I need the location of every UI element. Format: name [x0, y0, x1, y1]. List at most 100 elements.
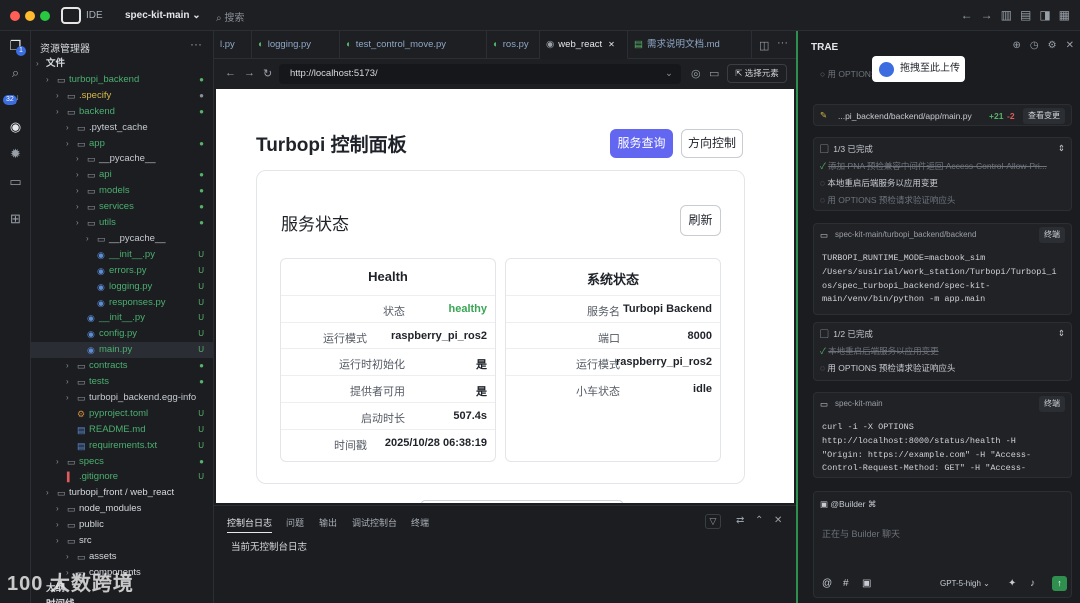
microphone-icon[interactable]: ♪ — [1030, 578, 1035, 589]
tree-file[interactable]: ◉ __init__.py U — [31, 247, 213, 263]
tree-folder[interactable]: › 文件 — [31, 56, 213, 72]
editor-tab[interactable]: ◐ logging.py — [252, 31, 340, 59]
tree-folder[interactable]: › ▭ node_modules — [31, 501, 213, 517]
tree-folder[interactable]: › ▭ app ● — [31, 136, 213, 152]
terminal2-button[interactable]: 终端 — [1039, 396, 1065, 412]
more-actions-icon[interactable]: ··· — [777, 37, 788, 49]
terminal1-button[interactable]: 终端 — [1039, 227, 1065, 243]
tree-folder[interactable]: › ▭ specs ● — [31, 454, 213, 470]
direction-control-button[interactable]: 方向控制 — [681, 129, 743, 158]
tree-folder[interactable]: › ▭ __pycache__ — [31, 231, 213, 247]
tree-file[interactable]: ◉ config.py U — [31, 326, 213, 342]
target-icon[interactable]: ◎ — [691, 67, 701, 80]
tree-folder[interactable]: › ▭ backend ● — [31, 104, 213, 120]
preview-eye-icon[interactable]: ◉ — [7, 118, 24, 135]
tree-file[interactable]: ◉ logging.py U — [31, 279, 213, 295]
model-selector[interactable]: GPT-5-high ⌄ — [940, 579, 990, 588]
new-chat-icon[interactable]: ⊕ — [1013, 40, 1021, 51]
more-icon[interactable]: ··· — [190, 37, 202, 51]
tree-file[interactable]: ▍ .gitignore U — [31, 469, 213, 485]
select-element-button[interactable]: ⇱ 选择元素 — [727, 64, 787, 83]
close-icon[interactable]: ✕ — [774, 515, 782, 526]
panel-tab[interactable]: 控制台日志 — [227, 516, 273, 533]
image-icon[interactable]: ▣ — [862, 578, 871, 589]
back-arrow-icon[interactable]: ← — [961, 8, 973, 22]
tree-folder[interactable]: › ▭ models ● — [31, 183, 213, 199]
hash-icon[interactable]: # — [843, 578, 849, 589]
chevron-up-icon[interactable]: ⌃ — [755, 515, 763, 526]
history-icon[interactable]: ◷ — [1030, 40, 1039, 51]
browser-back-icon[interactable]: ← — [225, 67, 236, 79]
close-window-button[interactable] — [10, 11, 20, 21]
search-icon[interactable]: ⌕ — [7, 64, 24, 81]
settings-icon[interactable]: ⇄ — [736, 515, 744, 526]
toggle-panel-icon[interactable]: ▤ — [1020, 8, 1031, 22]
service-query-button[interactable]: 服务查询 — [610, 129, 673, 158]
close-tab-icon[interactable]: ✕ — [608, 40, 615, 49]
tree-folder[interactable]: › ▭ turbopi_backend ● — [31, 72, 213, 88]
chevron-down-icon[interactable]: ⌄ — [665, 64, 673, 84]
editor-tab[interactable]: ◉ web_react ✕ — [540, 31, 628, 59]
tree-file[interactable]: ◉ errors.py U — [31, 263, 213, 279]
sparkle-icon[interactable]: ✦ — [1008, 578, 1016, 589]
filter-icon[interactable]: ▽ — [705, 514, 721, 529]
source-control-icon[interactable]: ⑂32 — [3, 91, 24, 108]
tree-folder[interactable]: › ▭ __pycache__ — [31, 151, 213, 167]
chat-input[interactable]: 正在与 Builder 聊天 — [822, 527, 900, 540]
tree-folder[interactable]: › ▭ utils ● — [31, 215, 213, 231]
view-changes-button[interactable]: 查看变更 — [1023, 108, 1065, 124]
debug-icon[interactable]: ✹ — [7, 145, 24, 162]
tree-folder[interactable]: › ▭ turbopi_backend.egg-info — [31, 390, 213, 406]
mention-icon[interactable]: @ — [822, 578, 832, 589]
global-search[interactable]: ⌕ 搜索 — [216, 9, 244, 24]
tree-folder[interactable]: › ▭ services ● — [31, 199, 213, 215]
tree-folder[interactable]: › ▭ api ● — [31, 167, 213, 183]
tree-folder[interactable]: › ▭ public — [31, 517, 213, 533]
editor-tab[interactable]: ◐ ros.py — [487, 31, 540, 59]
panel-tab[interactable]: 输出 — [319, 516, 337, 529]
extensions-icon[interactable]: ⊞ — [7, 210, 24, 227]
send-button[interactable]: ↑ — [1052, 576, 1067, 591]
tree-folder[interactable]: › ▭ turbopi_front / web_react — [31, 485, 213, 501]
tree-file[interactable]: ◉ main.py U — [31, 342, 213, 359]
tree-file[interactable]: ▤ README.md U — [31, 422, 213, 438]
changed-file-path[interactable]: ...pi_backend/backend/app/main.py — [838, 111, 972, 121]
refresh-button[interactable]: 刷新 — [680, 205, 721, 236]
expand-icon[interactable]: ⇕ — [1058, 328, 1065, 339]
builder-agent[interactable]: ▣ @Builder ⌘ — [820, 499, 876, 510]
tree-file[interactable]: ⚙ pyproject.toml U — [31, 406, 213, 422]
tree-folder[interactable]: › ▭ tests ● — [31, 374, 213, 390]
url-input[interactable]: http://localhost:5173/ ⌄ — [279, 64, 681, 84]
settings-gear-icon[interactable]: ⚙ — [1048, 40, 1057, 51]
tree-file[interactable]: ▤ requirements.txt U — [31, 438, 213, 454]
expand-icon[interactable]: ⇕ — [1058, 143, 1065, 154]
editor-tab[interactable]: ▤ 需求说明文档.md — [628, 31, 752, 59]
panel-tab[interactable]: 终端 — [411, 516, 429, 529]
remote-icon[interactable]: ▭ — [7, 173, 24, 190]
panel-tab[interactable]: 问题 — [286, 516, 304, 529]
explorer-icon[interactable]: ❐ 1 — [7, 37, 26, 56]
minimize-window-button[interactable] — [25, 11, 35, 21]
reload-icon[interactable]: ↻ — [263, 67, 272, 80]
tree-folder[interactable]: › ▭ .specify ● — [31, 88, 213, 104]
close-icon[interactable]: ✕ — [1066, 40, 1074, 51]
zoom-window-button[interactable] — [40, 11, 50, 21]
tree-folder[interactable]: › ▭ contracts ● — [31, 358, 213, 374]
tree-folder[interactable]: › ▭ assets — [31, 549, 213, 565]
editor-tab[interactable]: l.py — [214, 31, 252, 59]
editor-tab[interactable]: ◐ test_control_move.py — [340, 31, 487, 59]
toggle-sidebar-icon[interactable]: ▥ — [1001, 8, 1012, 22]
tree-folder[interactable]: › 时间线 — [31, 597, 213, 603]
tree-folder[interactable]: › ▭ .pytest_cache — [31, 120, 213, 136]
split-editor-icon[interactable]: ◫ — [759, 39, 769, 52]
project-switcher[interactable]: spec-kit-main ⌄ — [125, 10, 201, 21]
browser-forward-icon[interactable]: → — [244, 67, 255, 79]
toggle-right-panel-icon[interactable]: ◨ — [1039, 8, 1050, 22]
forward-arrow-icon[interactable]: → — [981, 8, 993, 22]
device-icon[interactable]: ▭ — [709, 67, 719, 80]
layout-icon[interactable]: ▦ — [1059, 8, 1070, 22]
panel-tab[interactable]: 调试控制台 — [352, 516, 397, 529]
tree-folder[interactable]: › ▭ src — [31, 533, 213, 549]
tree-file[interactable]: ◉ __init__.py U — [31, 310, 213, 326]
tree-file[interactable]: ◉ responses.py U — [31, 295, 213, 311]
